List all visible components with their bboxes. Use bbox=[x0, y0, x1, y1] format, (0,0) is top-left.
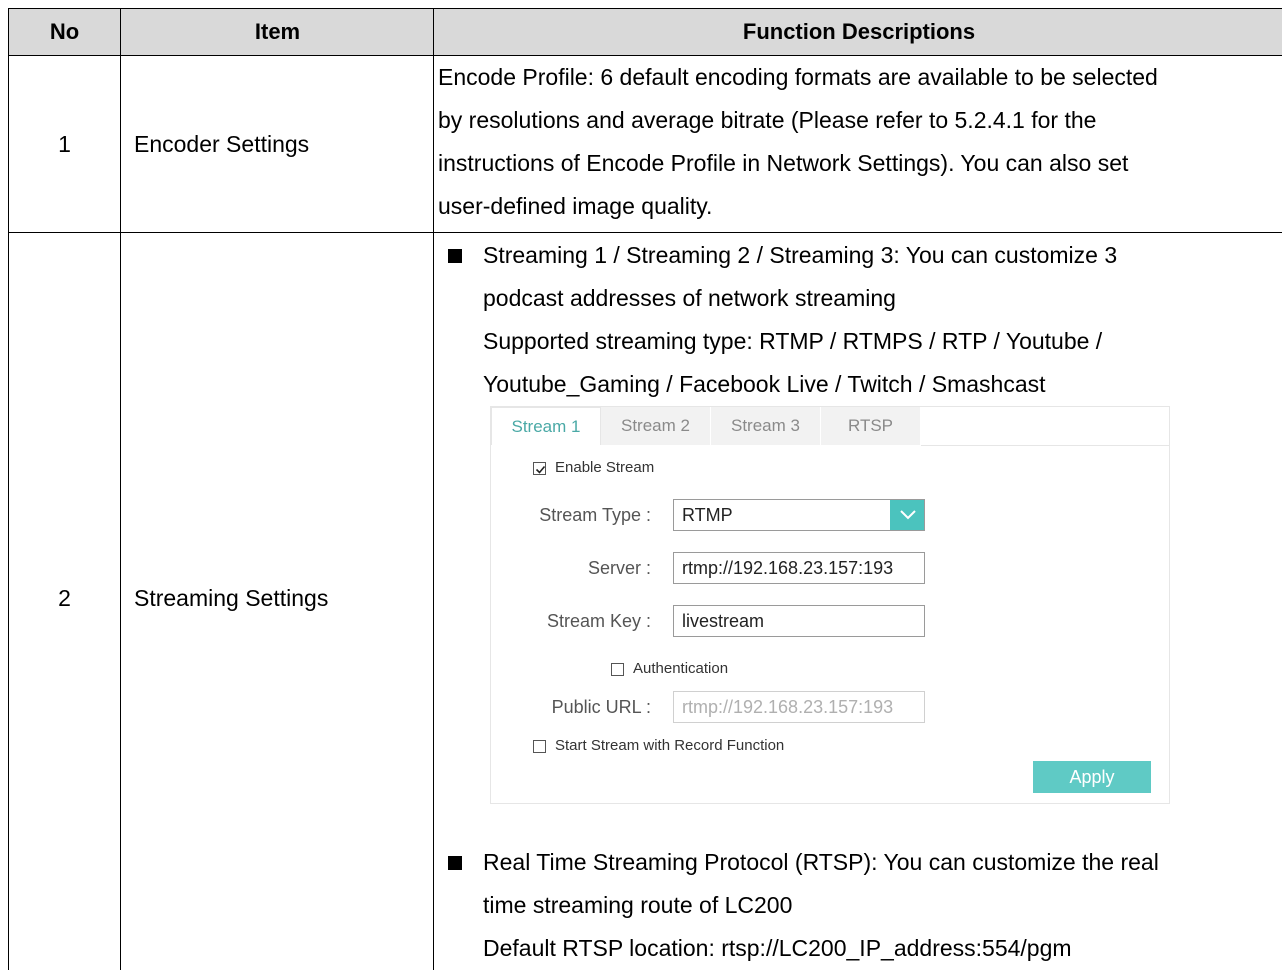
start-with-record-label: Start Stream with Record Function bbox=[555, 737, 785, 754]
start-with-record-checkbox[interactable] bbox=[533, 740, 546, 753]
row2-no: 2 bbox=[58, 585, 71, 611]
row2-bullet1-line: Supported streaming type: RTMP / RTMPS /… bbox=[483, 328, 1103, 354]
header-function-descriptions: Function Descriptions bbox=[434, 8, 1282, 56]
public-url-input: rtmp://192.168.23.157:193 bbox=[673, 691, 925, 723]
row1-no: 1 bbox=[58, 130, 71, 157]
tab-stream-3[interactable]: Stream 3 bbox=[711, 407, 821, 445]
stream-type-select[interactable]: RTMP bbox=[673, 499, 925, 531]
tab-stream-1[interactable]: Stream 1 bbox=[491, 407, 601, 445]
stream-settings-panel: Stream 1 Stream 2 Stream 3 RTSP Enable S… bbox=[490, 406, 1170, 804]
row2-bullet1-line: podcast addresses of network streaming bbox=[483, 285, 896, 311]
stream-type-value: RTMP bbox=[682, 504, 733, 525]
row1-desc-line: instructions of Encode Profile in Networ… bbox=[438, 150, 1129, 176]
server-label: Server : bbox=[587, 558, 651, 578]
row2-item: Streaming Settings bbox=[134, 585, 329, 611]
stream-key-label: Stream Key : bbox=[546, 611, 651, 631]
tab-stream-2[interactable]: Stream 2 bbox=[601, 407, 711, 445]
checkmark-icon bbox=[535, 465, 546, 474]
stream-key-input[interactable]: livestream bbox=[673, 605, 925, 637]
bullet-square-icon bbox=[448, 249, 462, 263]
row1-desc-line: user-defined image quality. bbox=[438, 193, 713, 219]
public-url-label: Public URL : bbox=[551, 697, 651, 717]
row1-desc-line: by resolutions and average bitrate (Plea… bbox=[438, 107, 1097, 133]
header-no: No bbox=[8, 8, 121, 56]
document-page: No Item Function Descriptions 1 Encoder … bbox=[8, 8, 1282, 970]
stream-type-label: Stream Type : bbox=[539, 505, 651, 525]
apply-button[interactable]: Apply bbox=[1033, 761, 1151, 793]
enable-stream-label: Enable Stream bbox=[555, 459, 655, 476]
header-item: Item bbox=[121, 8, 434, 56]
chevron-down-icon[interactable] bbox=[890, 500, 924, 530]
table-border-top bbox=[8, 8, 1282, 9]
row2-bullet1-line: Youtube_Gaming / Facebook Live / Twitch … bbox=[483, 371, 1046, 397]
row1-item: Encoder Settings bbox=[134, 130, 310, 157]
enable-stream-checkbox[interactable] bbox=[533, 462, 546, 475]
row2-bullet2-line: Default RTSP location: rtsp://LC200_IP_a… bbox=[483, 935, 1072, 961]
authentication-checkbox[interactable] bbox=[611, 663, 624, 676]
row2-bullet1-line: Streaming 1 / Streaming 2 / Streaming 3:… bbox=[483, 242, 1118, 268]
tab-rtsp[interactable]: RTSP bbox=[821, 407, 921, 445]
server-input[interactable]: rtmp://192.168.23.157:193 bbox=[673, 552, 925, 584]
tab-underline bbox=[921, 445, 1169, 446]
row1-desc-line: Encode Profile: 6 default encoding forma… bbox=[438, 64, 1158, 90]
row2-bullet2-line: time streaming route of LC200 bbox=[483, 892, 793, 918]
bullet-square-icon bbox=[448, 856, 462, 870]
authentication-label: Authentication bbox=[633, 660, 729, 677]
row2-bullet2-line: Real Time Streaming Protocol (RTSP): You… bbox=[483, 849, 1159, 875]
